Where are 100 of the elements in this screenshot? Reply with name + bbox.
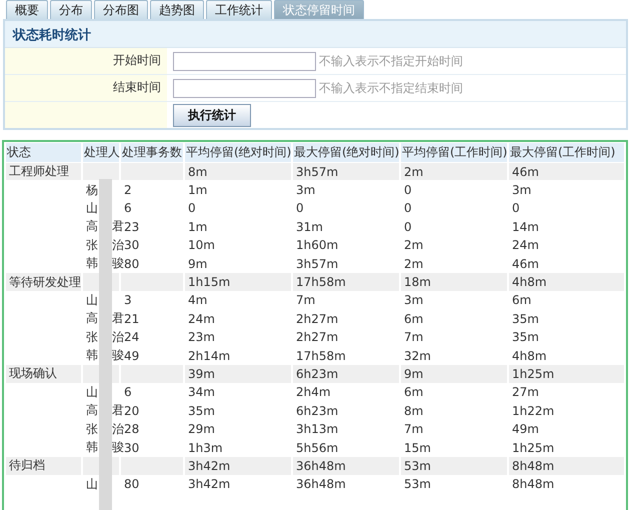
table-cell-text: 21	[124, 310, 140, 328]
table-cell-text: 28	[124, 421, 140, 438]
tab[interactable]: 分布	[50, 0, 92, 19]
tab[interactable]: 概要	[6, 0, 48, 19]
table-cell-text: 4h8m	[511, 348, 548, 364]
status-cell: 工程师处理	[6, 163, 81, 180]
table-cell: 17h58m	[293, 273, 399, 291]
table-cell: 1h15m	[185, 273, 291, 291]
field-label: 开始时间	[5, 48, 167, 74]
table-cell-text: 24m	[187, 310, 216, 328]
run-button[interactable]: 执行统计	[173, 104, 251, 126]
name-fragment: 治	[112, 330, 124, 344]
table-cell-text: 7m	[403, 329, 424, 346]
table-cell-text: 2h14m	[187, 348, 232, 364]
table-cell: 4h8m	[509, 273, 624, 291]
table-cell-text: 3m	[403, 292, 424, 310]
table-cell: 8m	[185, 163, 291, 180]
table-cell: 53m	[401, 457, 507, 475]
table-cell: 46m	[509, 163, 624, 180]
column-header: 状态	[6, 143, 81, 162]
table-cell-text: 49	[124, 348, 140, 364]
table-cell-text: 5h56m	[295, 440, 340, 456]
tab[interactable]: 分布图	[94, 0, 148, 19]
table-cell: 36h48m	[293, 457, 399, 475]
table-cell-text: 3h13m	[295, 421, 340, 438]
table-cell: 3h42m	[185, 457, 291, 475]
table-cell-text: 10m	[187, 237, 216, 254]
table-cell-text: 1h60m	[295, 237, 340, 254]
table-cell-text: 3	[123, 292, 133, 310]
table-cell-text: 53m	[403, 476, 432, 494]
name-fragment: 韩	[86, 256, 98, 270]
table-cell-text: 27m	[511, 384, 540, 402]
table-cell-text: 9m	[187, 256, 208, 272]
tab[interactable]: 趋势图	[150, 0, 204, 19]
table-cell: 2m	[401, 163, 507, 180]
table-cell-text: 20	[124, 402, 140, 420]
name-fragment: 骏	[112, 256, 124, 270]
table-cell-text: 80	[123, 476, 140, 494]
name-fragment: 张	[86, 422, 98, 436]
panel-title: 状态耗时统计	[5, 21, 626, 48]
table-cell: 3h57m	[293, 163, 399, 180]
table-cell-text: 6m	[511, 292, 532, 310]
name-fragment: 山	[86, 384, 98, 399]
table-cell-text: 0	[187, 200, 197, 218]
table-cell-text: 6	[123, 384, 133, 402]
table-cell-text: 4m	[187, 292, 208, 310]
table-cell-text: 2m	[403, 256, 424, 272]
table-cell-text: 3m	[295, 182, 316, 199]
name-fragment: 君	[112, 403, 124, 418]
table-cell-text: 7m	[295, 292, 316, 310]
table-cell-text: 80	[124, 256, 140, 272]
table-cell-text: 23	[124, 218, 140, 236]
input-field[interactable]	[173, 52, 316, 70]
table-cell: 6h23m	[293, 365, 399, 383]
tab[interactable]: 工作统计	[206, 0, 272, 19]
table-cell-text: 15m	[403, 440, 432, 456]
table-cell-text: 35m	[511, 329, 540, 346]
column-header: 平均停留(工作时间)	[401, 143, 507, 162]
table-cell-text: 2m	[403, 237, 424, 254]
status-cell: 待归档	[6, 457, 81, 475]
column-header: 处理事务数	[121, 143, 183, 162]
column-header: 处理人	[83, 143, 119, 162]
table-cell-text: 6m	[403, 310, 424, 328]
table-cell-text: 31m	[295, 218, 324, 236]
name-fragment: 山	[86, 200, 98, 215]
table-cell-text: 35m	[511, 310, 540, 328]
column-header: 最大停留(绝对时间)	[293, 143, 399, 162]
name-fragment: 张	[86, 330, 98, 344]
table-cell-text: 24	[124, 329, 140, 346]
input-field[interactable]	[173, 78, 316, 98]
table-cell-text: 2	[123, 182, 133, 199]
table-cell-text: 24m	[511, 237, 540, 254]
table-cell-text: 0	[511, 200, 521, 218]
table-cell-text: 2h27m	[295, 329, 340, 346]
field-hint: 不输入表示不指定开始时间	[319, 52, 463, 70]
table-cell-text: 0	[403, 200, 413, 218]
table-cell: 39m	[185, 365, 291, 383]
table-cell-text: 29m	[187, 421, 216, 438]
table-cell-text: 17h58m	[295, 348, 347, 364]
table-cell-text: 7m	[403, 421, 424, 438]
table-cell-text: 1h3m	[187, 440, 224, 456]
table-cell-text: 3m	[511, 182, 532, 199]
name-fragment: 高	[86, 403, 98, 418]
name-fragment: 君	[112, 311, 124, 326]
name-fragment: 高	[86, 311, 98, 326]
table-cell-text: 0	[403, 182, 413, 199]
table-cell-text: 6	[123, 200, 133, 218]
table-cell-text: 2h27m	[295, 310, 340, 328]
name-fragment: 韩	[86, 348, 98, 362]
name-fragment: 治	[112, 422, 124, 436]
table-cell-text: 14m	[511, 218, 540, 236]
name-fragment: 山	[86, 292, 98, 307]
name-fragment: 山	[86, 476, 98, 491]
table-cell-text: 46m	[511, 256, 540, 272]
table-cell-text: 1m	[187, 182, 208, 199]
table-cell: 8h48m	[509, 457, 624, 475]
column-header: 平均停留(绝对时间)	[185, 143, 291, 162]
field-hint: 不输入表示不指定结束时间	[319, 80, 463, 96]
table-cell-text: 8h48m	[511, 476, 556, 494]
name-fragment: 骏	[112, 348, 124, 362]
